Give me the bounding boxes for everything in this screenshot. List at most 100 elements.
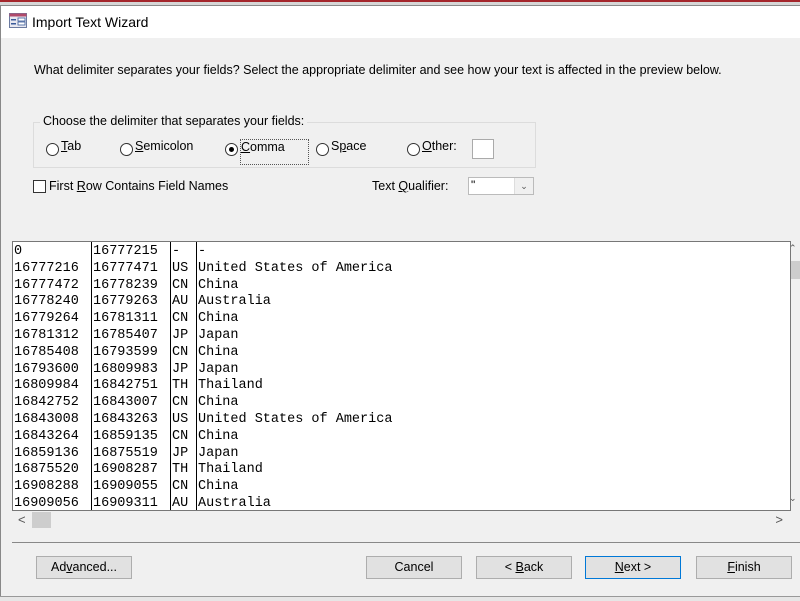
data-preview-grid[interactable]: 0 16777215- -16777216 16777471 US United Stat… [12,241,791,511]
radio-space[interactable]: Space [316,139,366,156]
preview-cell: US [172,412,189,427]
column-divider[interactable] [170,242,171,510]
preview-cell: Thailand [198,378,263,394]
radio-semicolon[interactable]: Semicolon [120,139,193,156]
radio-other-label: Other: [422,139,457,153]
preview-cell: China [198,277,239,293]
horizontal-scroll-thumb[interactable] [32,512,51,528]
form-icon [9,13,27,28]
preview-cell: CN [172,479,189,495]
radio-circle[interactable] [316,143,329,156]
preview-cell: 16875519 [93,445,158,461]
preview-cell: China [198,479,239,495]
preview-cell: 16809983 [93,361,158,377]
vertical-scrollbar[interactable]: ⌃ ⌄ [789,241,800,509]
radio-other[interactable]: Other: [407,139,457,156]
back-button[interactable]: < Back [476,556,572,579]
preview-cell: 16781312 [14,328,79,343]
preview-cell: 16842752 [14,395,79,411]
preview-cell: 16785407 [93,328,158,343]
divider [12,542,800,543]
preview-cell: 16777215 [93,244,158,259]
scroll-up-icon[interactable]: ⌃ [789,243,797,254]
radio-comma[interactable]: Comma [225,139,309,165]
preview-cell: 16843007 [93,395,158,411]
preview-cell: 16778240 [14,294,79,310]
radio-tab-label: Tab [61,139,82,153]
preview-cell: Australia [198,496,271,511]
preview-cell: 16909311 [93,496,158,511]
preview-cell: Japan [198,361,239,377]
preview-cell: 16875520 [14,462,79,478]
instruction-text: What delimiter separates your fields? Se… [34,63,722,77]
radio-circle[interactable] [407,143,420,156]
preview-cell: 16843263 [93,412,158,427]
radio-tab[interactable]: Tab [46,139,81,156]
preview-cell: US [172,260,189,276]
window-bottom-edge [0,596,800,601]
radio-comma-label: Comma [240,139,309,165]
vertical-scroll-thumb[interactable] [791,261,800,279]
scroll-right-icon[interactable]: > [775,512,783,527]
preview-cell: TH [172,462,189,478]
preview-cell: JP [172,328,189,343]
preview-cell: Australia [198,294,271,310]
preview-cell: China [198,428,239,444]
column-divider[interactable] [91,242,92,510]
preview-cell: 16793599 [93,344,158,360]
preview-cell: 16777472 [14,277,79,293]
preview-cell: 16909056 [14,496,79,511]
preview-cell: 16809984 [14,378,79,394]
other-delimiter-input[interactable] [472,139,494,159]
finish-button[interactable]: Finish [696,556,792,579]
preview-cell: China [198,395,239,411]
preview-cell: JP [172,361,189,377]
preview-cell: CN [172,344,189,360]
preview-cell: CN [172,311,189,327]
preview-cell: Japan [198,445,239,461]
preview-cell: 16908287 [93,462,158,478]
advanced-button[interactable]: Advanced... [36,556,132,579]
column-divider[interactable] [196,242,197,510]
text-qualifier-value: " [471,178,476,192]
preview-cell: CN [172,395,189,411]
preview-cell: United States of America [198,412,393,427]
preview-cell: CN [172,277,189,293]
radio-circle[interactable] [120,143,133,156]
preview-cell: 16779263 [93,294,158,310]
scroll-left-icon[interactable]: < [18,512,26,527]
delimiter-group-label: Choose the delimiter that separates your… [40,114,308,128]
preview-cell: 16843008 [14,412,79,427]
preview-cell: 16859136 [14,445,79,461]
preview-cell: JP [172,445,189,461]
title-bar[interactable]: Import Text Wizard [1,6,800,38]
next-button[interactable]: Next > [585,556,681,579]
preview-cell: 16777471 [93,260,158,276]
checkbox-box[interactable] [33,179,46,193]
preview-cell: 0 [14,244,23,259]
preview-cell: 16843264 [14,428,79,444]
preview-cell: - [172,244,181,259]
radio-circle[interactable] [46,143,59,156]
preview-cell: China [198,344,239,360]
preview-cell: 16777216 [14,260,79,276]
first-row-field-names-checkbox[interactable]: First Row Contains Field Names [33,179,228,193]
scroll-down-icon[interactable]: ⌄ [789,493,797,504]
cancel-button[interactable]: Cancel [366,556,462,579]
text-qualifier-label: Text Qualifier: [372,179,449,193]
preview-cell: United States of America [198,260,393,276]
preview-cell: 16793600 [14,361,79,377]
preview-cell: 16785408 [14,344,79,360]
text-qualifier-select[interactable]: " ⌄ [468,177,534,195]
window-title: Import Text Wizard [32,14,149,30]
preview-cell: 16781311 [93,311,158,327]
radio-space-label: Space [331,139,367,153]
radio-semicolon-label: Semicolon [135,139,194,153]
horizontal-scrollbar[interactable]: < > [12,511,789,529]
preview-cell: CN [172,428,189,444]
radio-circle-checked[interactable] [225,143,238,156]
preview-cell: China [198,311,239,327]
chevron-down-icon[interactable]: ⌄ [514,178,533,194]
preview-cell: AU [172,496,189,511]
first-row-label: First Row Contains Field Names [49,179,229,193]
